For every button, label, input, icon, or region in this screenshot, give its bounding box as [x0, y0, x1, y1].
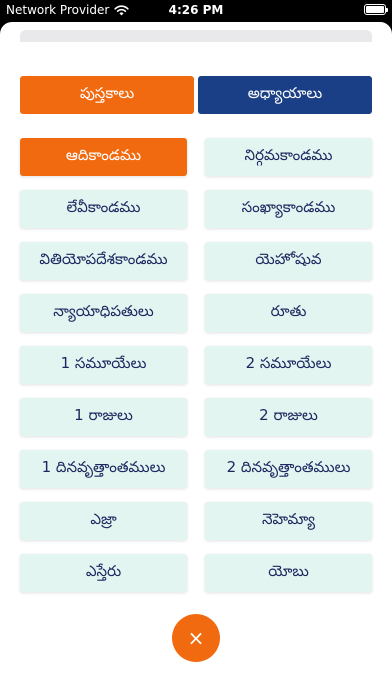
sheet-top-bar [20, 30, 372, 42]
close-icon: × [187, 626, 205, 650]
book-button[interactable]: 2 దినవృత్తాంతములు [205, 450, 372, 488]
tab-chapters[interactable]: అధ్యాయాలు [198, 76, 372, 114]
status-time: 4:26 PM [168, 3, 224, 17]
close-button[interactable]: × [172, 614, 220, 662]
book-button[interactable]: వితియోపదేశకాండము [20, 242, 187, 280]
book-button[interactable]: సంఖ్యాకాండము [205, 190, 372, 228]
book-button[interactable]: 1 దినవృత్తాంతములు [20, 450, 187, 488]
book-button[interactable]: నెహెమ్యా [205, 502, 372, 540]
book-button[interactable]: ఎస్తేరు [20, 554, 187, 592]
book-button[interactable]: 2 సమూయేలు [205, 346, 372, 384]
battery-icon [364, 4, 388, 15]
book-button[interactable]: 1 సమూయేలు [20, 346, 187, 384]
book-button[interactable]: లేవీకాండము [20, 190, 187, 228]
book-button[interactable]: 2 రాజులు [205, 398, 372, 436]
battery-level [366, 6, 384, 13]
book-button[interactable]: 1 రాజులు [20, 398, 187, 436]
book-button[interactable]: నిర్గమకాండము [205, 138, 372, 176]
status-right [364, 4, 388, 15]
book-button[interactable]: యోబు [205, 554, 372, 592]
book-button[interactable]: ఎజ్రా [20, 502, 187, 540]
book-button[interactable]: న్యాయాధిపతులు [20, 294, 187, 332]
book-button[interactable]: ఆదికాండము [20, 138, 187, 176]
book-button[interactable]: యెహోషువ [205, 242, 372, 280]
tab-books[interactable]: పుస్తకాలు [20, 76, 194, 114]
status-bar: Network Provider 4:26 PM [0, 0, 392, 22]
book-button[interactable]: రూతు [205, 294, 372, 332]
book-picker-sheet: పుస్తకాలు అధ్యాయాలు ఆదికాండము నిర్గమకాండమ… [0, 22, 392, 696]
